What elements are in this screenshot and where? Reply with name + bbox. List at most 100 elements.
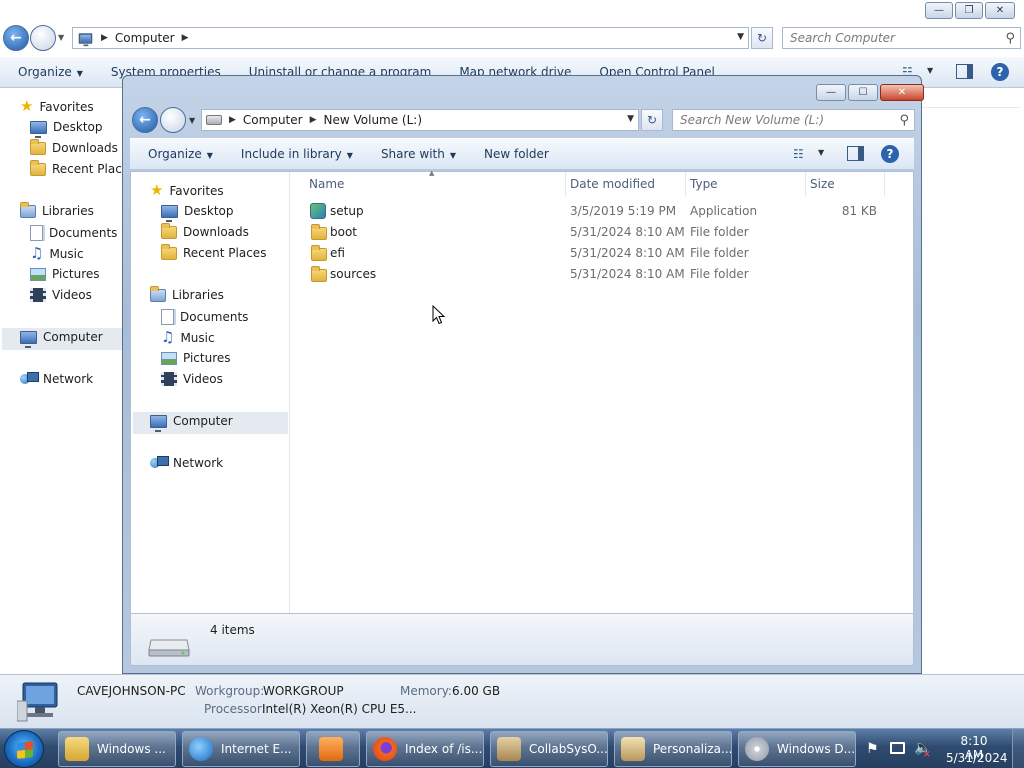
desktop-icon — [161, 204, 178, 222]
share-with-button[interactable]: Share with ▼ — [367, 147, 470, 161]
nav-downloads[interactable]: Downloads — [30, 138, 118, 155]
refresh-icon[interactable]: ↻ — [751, 27, 773, 49]
nav-videos[interactable]: Videos — [161, 372, 223, 386]
file-row-sources[interactable]: sources 5/31/2024 8:10 AM File folder — [291, 264, 913, 285]
forward-button[interactable] — [160, 107, 186, 133]
include-in-library-button[interactable]: Include in library ▼ — [227, 147, 367, 161]
file-type: File folder — [690, 246, 749, 260]
taskbar-item-collabsys[interactable]: CollabSysO... — [490, 731, 608, 767]
nav-videos[interactable]: Videos — [30, 288, 92, 302]
taskbar-label: Personaliza... — [653, 742, 732, 756]
breadcrumb-new-volume[interactable]: New Volume (L:) — [324, 113, 423, 127]
nav-computer[interactable]: Computer — [150, 414, 233, 432]
back-button[interactable]: ← — [3, 25, 29, 51]
address-bar[interactable]: ▶ Computer ▶ New Volume (L:) ▼ — [201, 109, 639, 131]
file-row-setup[interactable]: setup 3/5/2019 5:19 PM Application 81 KB — [291, 201, 913, 222]
maximize-button[interactable]: ☐ — [848, 84, 878, 101]
music-icon: ♫ — [30, 244, 44, 262]
nav-recent-places[interactable]: Recent Places — [161, 243, 266, 260]
nav-desktop[interactable]: Desktop — [161, 204, 234, 222]
address-dropdown-icon[interactable]: ▼ — [627, 114, 634, 124]
taskbar-item-windows-dvd[interactable]: Windows D... — [738, 731, 856, 767]
nav-downloads[interactable]: Downloads — [161, 222, 249, 239]
videos-icon — [30, 288, 46, 302]
network-tray-icon[interactable] — [890, 742, 905, 754]
nav-network[interactable]: Network — [150, 456, 223, 470]
taskbar-item-internet-explorer[interactable]: Internet E... — [182, 731, 300, 767]
nav-label: Downloads — [52, 141, 118, 155]
minimize-button[interactable]: — — [816, 84, 846, 101]
start-button[interactable] — [4, 730, 44, 768]
nav-network[interactable]: Network — [20, 372, 93, 386]
minimize-button[interactable]: — — [925, 2, 953, 19]
nav-favorites[interactable]: ★ Favorites — [150, 183, 224, 198]
preview-pane-icon[interactable] — [847, 146, 864, 161]
column-size[interactable]: Size — [806, 172, 885, 196]
file-name: sources — [330, 267, 377, 281]
refresh-icon[interactable]: ↻ — [641, 109, 663, 131]
nav-label: Pictures — [52, 267, 100, 281]
file-name: setup — [330, 204, 364, 218]
column-type[interactable]: Type — [686, 172, 806, 196]
nav-pictures[interactable]: Pictures — [161, 351, 231, 365]
organize-label: Organize — [148, 147, 202, 161]
nav-label: Libraries — [42, 204, 94, 218]
nav-recent-places[interactable]: Recent Places — [30, 159, 135, 176]
clock-date[interactable]: 5/31/2024 — [946, 751, 1008, 765]
taskbar-item-firefox[interactable]: Index of /is... — [366, 731, 484, 767]
preview-pane-icon[interactable] — [956, 64, 973, 79]
file-row-boot[interactable]: boot 5/31/2024 8:10 AM File folder — [291, 222, 913, 243]
nav-libraries[interactable]: Libraries — [150, 285, 224, 302]
command-bar: Organize ▼ Include in library ▼ Share with… — [130, 138, 914, 170]
nav-favorites[interactable]: ★ Favorites — [20, 99, 94, 114]
close-button[interactable]: ✕ — [880, 84, 924, 101]
column-date-modified[interactable]: Date modified — [566, 172, 686, 196]
organize-button[interactable]: Organize ▼ — [0, 65, 97, 79]
recent-pages-chevron-icon[interactable]: ▼ — [58, 33, 64, 42]
taskbar-label: Internet E... — [221, 742, 292, 756]
action-center-flag-icon[interactable]: ⚑ — [866, 741, 879, 757]
view-options-icon[interactable]: ☷ — [793, 147, 804, 161]
new-folder-button[interactable]: New folder — [470, 147, 563, 161]
show-desktop-button[interactable] — [1012, 729, 1024, 768]
view-chevron-icon[interactable]: ▼ — [927, 66, 933, 75]
organize-button[interactable]: Organize ▼ — [130, 147, 227, 161]
libraries-icon — [150, 285, 166, 302]
address-dropdown-icon[interactable]: ▼ — [737, 32, 744, 42]
column-name[interactable]: Name — [305, 172, 566, 196]
bg-search-input[interactable]: Search Computer ⚲ — [782, 27, 1021, 49]
forward-button[interactable] — [30, 25, 56, 51]
nav-documents[interactable]: Documents — [161, 309, 248, 325]
taskbar-item-media-player[interactable] — [306, 731, 360, 767]
back-button[interactable]: ← — [132, 107, 158, 133]
close-button[interactable]: ✕ — [985, 2, 1015, 19]
nav-documents[interactable]: Documents — [30, 225, 117, 241]
nav-libraries[interactable]: Libraries — [20, 201, 94, 218]
breadcrumb-computer[interactable]: Computer — [115, 31, 175, 45]
file-list: Name ▲ Date modified Type Size setup 3/5… — [291, 169, 913, 613]
help-icon[interactable]: ? — [881, 145, 899, 163]
bg-address-bar[interactable]: ▶ Computer ▶ ▼ — [72, 27, 749, 49]
nav-desktop[interactable]: Desktop — [30, 120, 103, 138]
nav-label: Downloads — [183, 225, 249, 239]
restore-button[interactable]: ❐ — [955, 2, 983, 19]
file-row-efi[interactable]: efi 5/31/2024 8:10 AM File folder — [291, 243, 913, 264]
search-icon[interactable]: ⚲ — [899, 111, 909, 131]
search-input[interactable]: Search New Volume (L:) ⚲ — [672, 109, 915, 131]
view-chevron-icon[interactable]: ▼ — [818, 148, 824, 157]
recent-pages-chevron-icon[interactable]: ▼ — [189, 116, 195, 125]
nav-music[interactable]: ♫ Music — [161, 330, 215, 345]
downloads-folder-icon — [161, 222, 177, 239]
help-icon[interactable]: ? — [991, 63, 1009, 81]
nav-label: Network — [43, 372, 94, 386]
taskbar-item-windows-explorer[interactable]: Windows ... — [58, 731, 176, 767]
network-icon — [20, 372, 39, 386]
search-icon[interactable]: ⚲ — [1005, 29, 1015, 49]
nav-music[interactable]: ♫ Music — [30, 246, 84, 261]
nav-pictures[interactable]: Pictures — [30, 267, 100, 281]
nav-computer[interactable]: Computer — [20, 330, 103, 348]
taskbar-item-personalization[interactable]: Personaliza... — [614, 731, 732, 767]
recent-places-icon — [161, 243, 177, 260]
breadcrumb-computer[interactable]: Computer — [243, 113, 303, 127]
file-name: efi — [330, 246, 345, 260]
